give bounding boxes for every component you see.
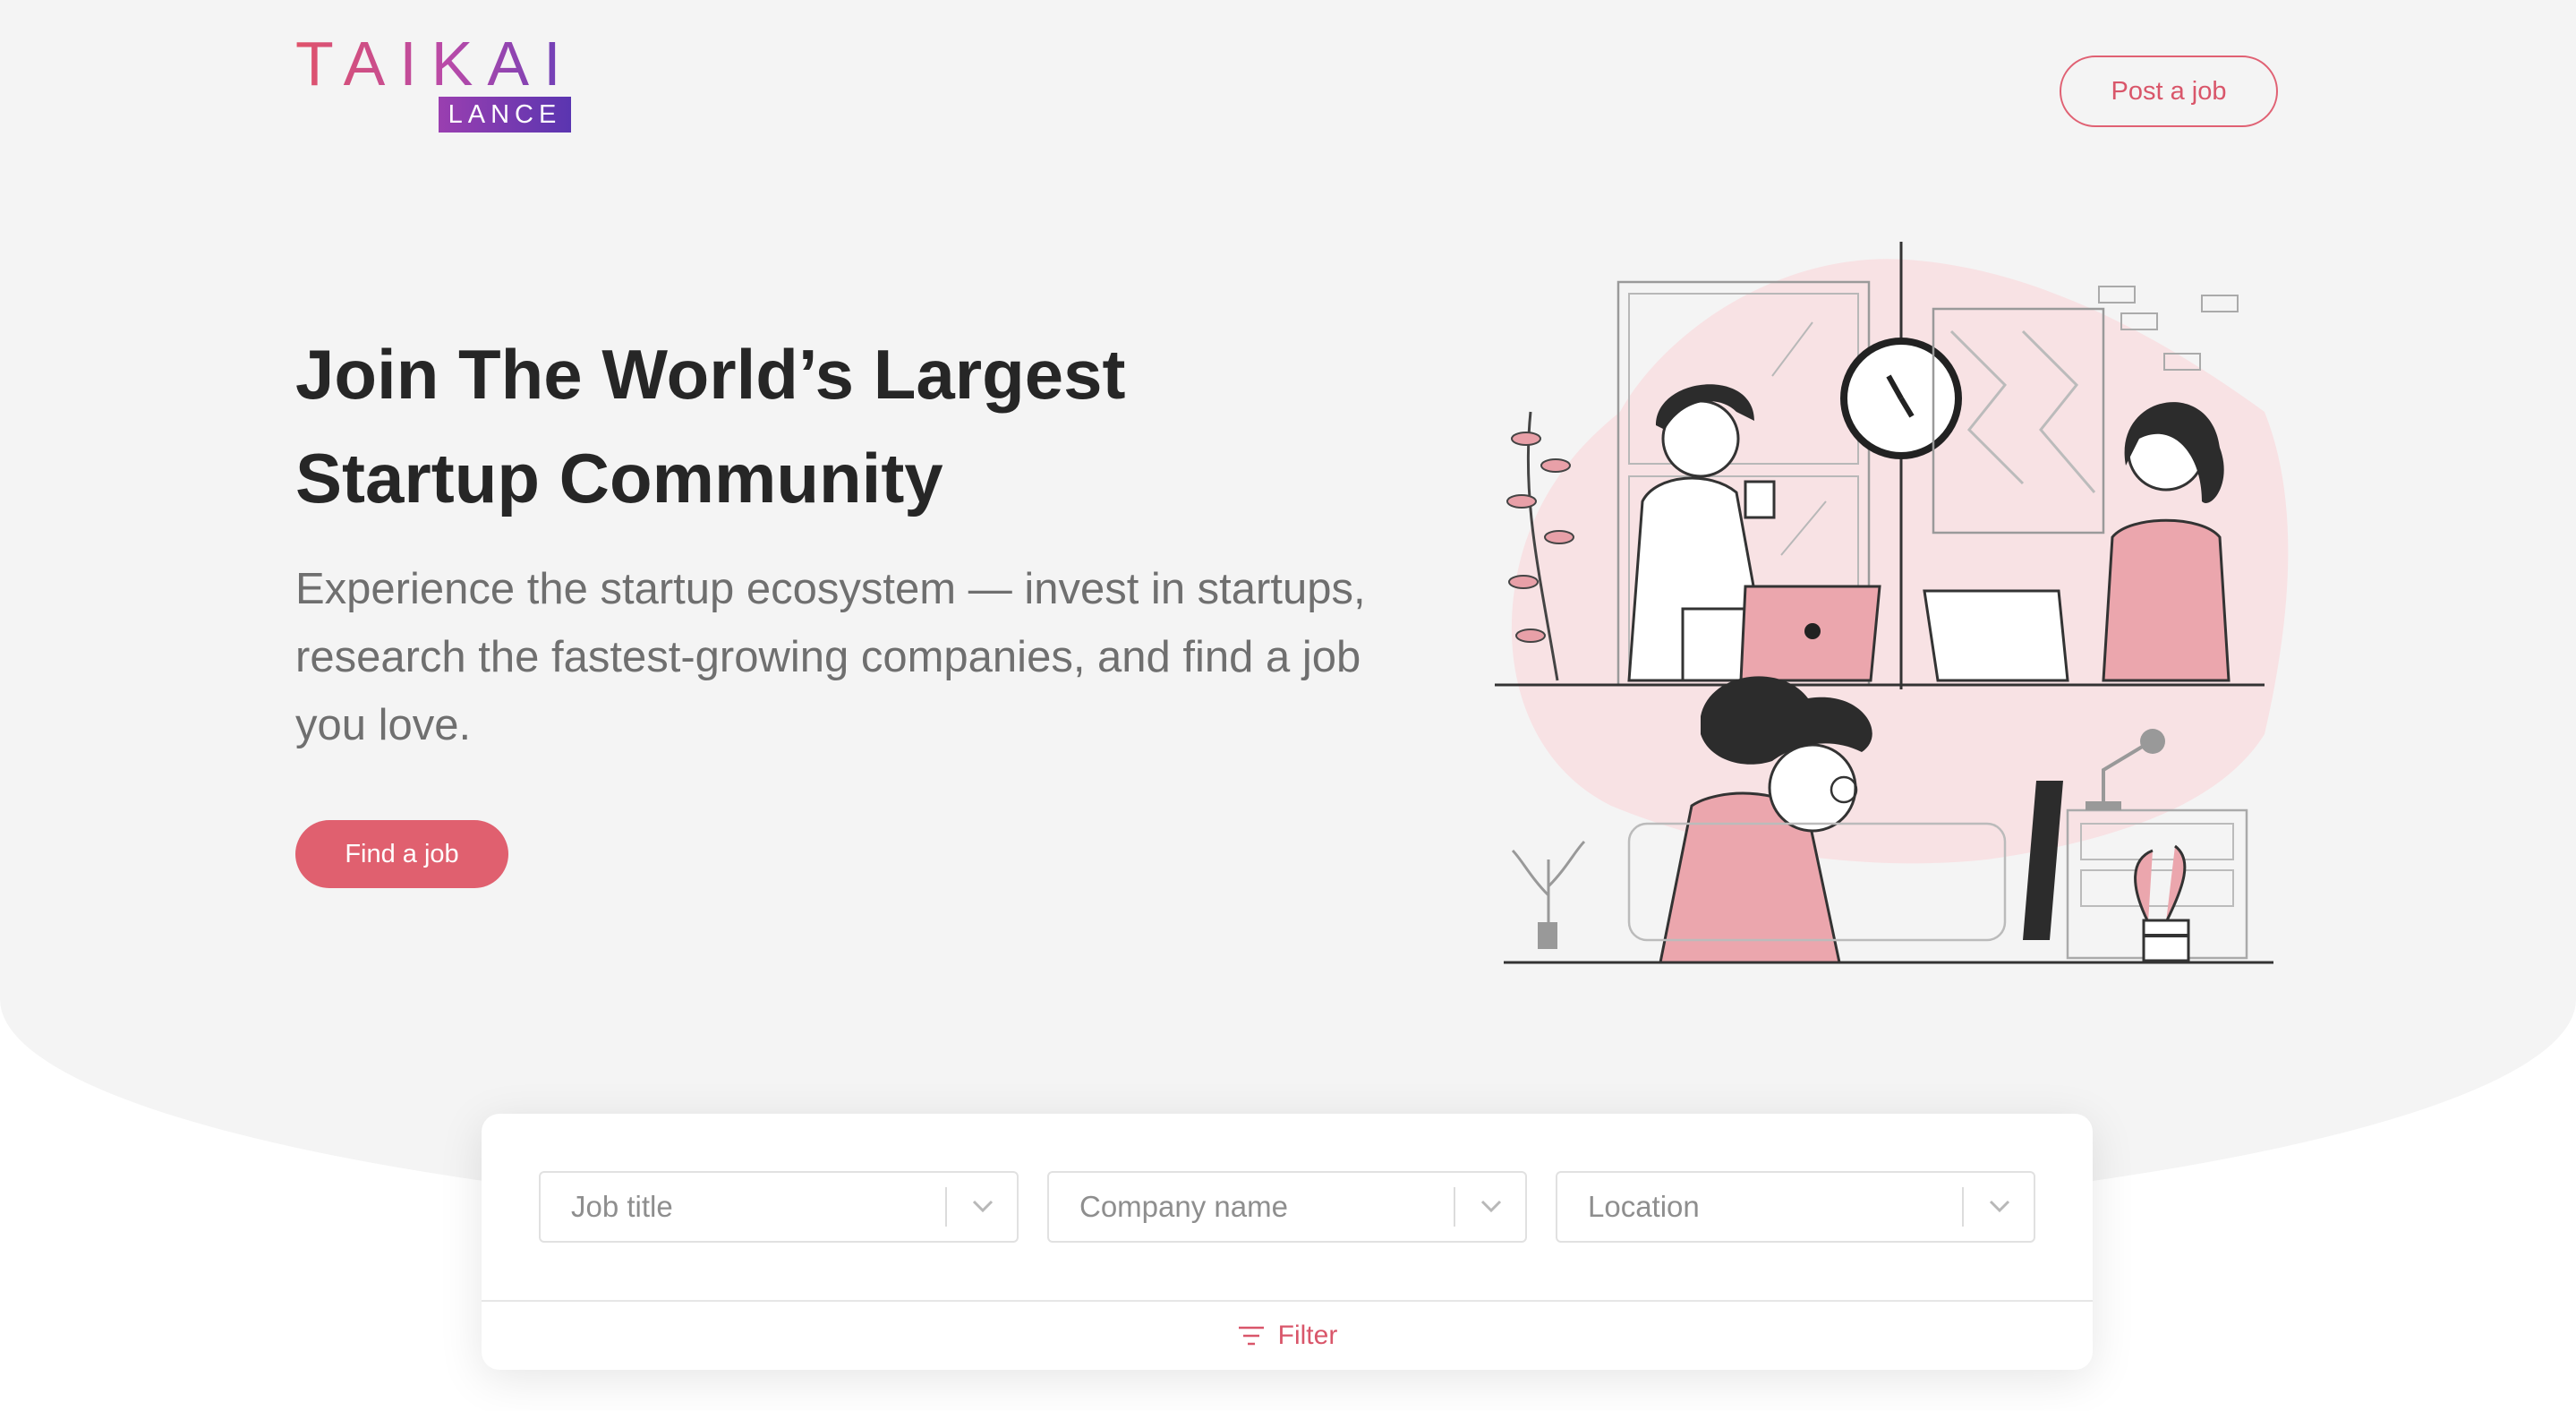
- logo-sub-badge: LANCE: [439, 97, 571, 133]
- chevron-down-icon[interactable]: [961, 1187, 1004, 1227]
- company-name-select[interactable]: [1047, 1171, 1527, 1243]
- company-name-separator: [1454, 1187, 1455, 1227]
- filter-button[interactable]: Filter: [482, 1302, 2093, 1370]
- location-input[interactable]: [1557, 1173, 1951, 1241]
- hero-title-line2: Startup Community: [295, 439, 943, 517]
- chevron-down-icon[interactable]: [1470, 1187, 1513, 1227]
- taikai-lance-logo[interactable]: TAIKAI LANCE: [295, 32, 571, 133]
- job-title-input[interactable]: [541, 1173, 934, 1241]
- filter-label: Filter: [1277, 1321, 1338, 1350]
- find-a-job-button[interactable]: Find a job: [295, 820, 508, 888]
- people-working-illustration: [1495, 242, 2289, 964]
- hero-subtitle: Experience the startup ecosystem — inves…: [295, 565, 1366, 749]
- post-a-job-button[interactable]: Post a job: [2060, 56, 2278, 127]
- company-name-input[interactable]: [1049, 1173, 1443, 1241]
- job-search-card: Filter: [482, 1114, 2093, 1370]
- location-separator: [1962, 1187, 1964, 1227]
- job-title-select[interactable]: [539, 1171, 1019, 1243]
- hero-title-line1: Join The World’s Largest: [295, 335, 1126, 414]
- chevron-down-icon[interactable]: [1978, 1187, 2021, 1227]
- hero-title: Join The World’s Largest Startup Communi…: [295, 322, 1369, 530]
- location-select[interactable]: [1556, 1171, 2035, 1243]
- job-title-separator: [945, 1187, 947, 1227]
- logo-wordmark: TAIKAI: [295, 29, 576, 98]
- filter-lines-icon: [1238, 1326, 1264, 1346]
